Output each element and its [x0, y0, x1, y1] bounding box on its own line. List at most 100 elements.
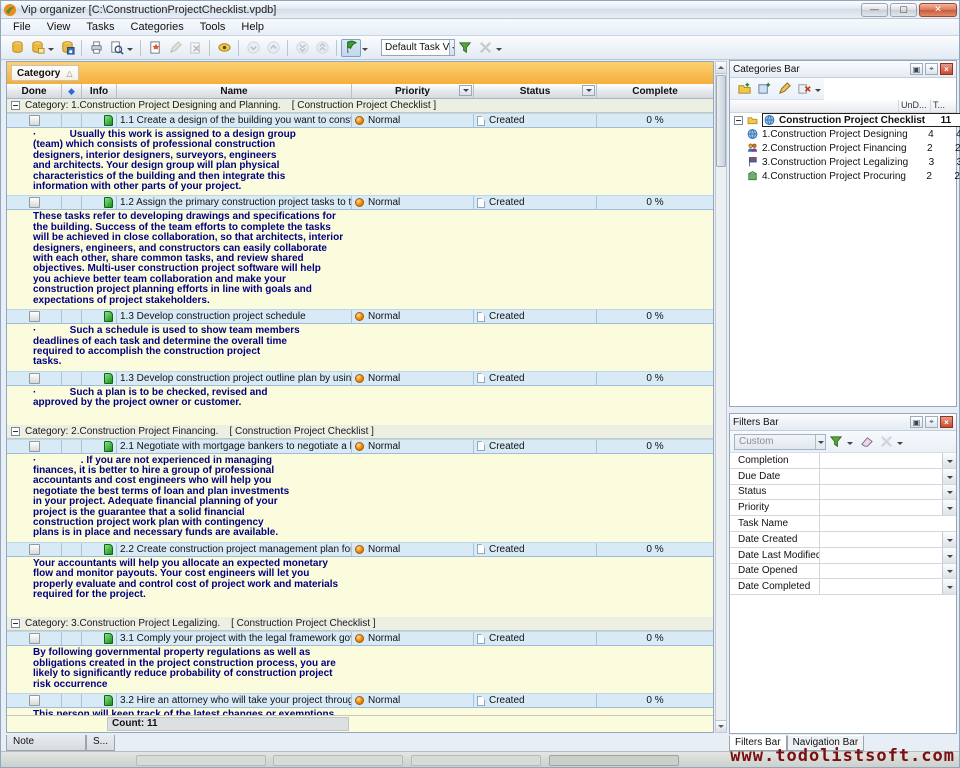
- view-notes-button[interactable]: [214, 39, 234, 57]
- grid-vertical-scrollbar[interactable]: [715, 61, 727, 733]
- pin-panel-icon[interactable]: ⌖: [925, 63, 938, 75]
- task-row[interactable]: 1.3 Develop construction project schedul…: [7, 309, 713, 324]
- column-header-name[interactable]: Name: [117, 84, 352, 98]
- maximize-button[interactable]: ▢: [890, 3, 917, 17]
- task-row[interactable]: 1.3 Develop construction project outline…: [7, 371, 713, 386]
- group-row[interactable]: Category: 2.Construction Project Financi…: [7, 425, 713, 439]
- done-checkbox[interactable]: [29, 441, 40, 452]
- menu-tasks[interactable]: Tasks: [78, 20, 122, 34]
- status-cell[interactable]: Created: [474, 372, 597, 385]
- chevron-down-icon[interactable]: [942, 469, 956, 484]
- collapse-icon[interactable]: [11, 427, 20, 436]
- column-header-complete[interactable]: Complete: [597, 84, 713, 98]
- priority-cell[interactable]: Normal: [352, 632, 474, 645]
- print-button[interactable]: [86, 39, 106, 57]
- chevron-down-icon[interactable]: [942, 485, 956, 500]
- toolbar-overflow-icon[interactable]: [496, 48, 502, 54]
- restore-panel-icon[interactable]: ▣: [910, 63, 923, 75]
- close-panel-icon[interactable]: ×: [940, 63, 953, 75]
- done-checkbox[interactable]: [29, 373, 40, 384]
- new-list-button[interactable]: [734, 80, 754, 98]
- apply-filter-button[interactable]: [826, 433, 846, 451]
- tree-item[interactable]: 2.Construction Project Financing22: [730, 141, 956, 155]
- tree-item[interactable]: 4.Construction Project Procuring22: [730, 169, 956, 183]
- new-task-button[interactable]: [145, 39, 165, 57]
- task-row[interactable]: 2.2 Create construction project manageme…: [7, 542, 713, 557]
- filter-value[interactable]: [820, 548, 942, 563]
- tree-item-body[interactable]: 4.Construction Project Procuring22: [746, 169, 960, 183]
- move-down-button[interactable]: [243, 39, 263, 57]
- delete-category-button-caret-icon[interactable]: [815, 89, 821, 95]
- collapse-icon[interactable]: [11, 619, 20, 628]
- task-name-cell[interactable]: 3.1 Comply your project with the legal f…: [117, 632, 352, 645]
- status-cell[interactable]: Created: [474, 543, 597, 556]
- cancel-filter-button-caret-icon[interactable]: [897, 442, 903, 448]
- tree-item[interactable]: Construction Project Checklist1111: [730, 113, 956, 127]
- filter-value[interactable]: [820, 516, 956, 531]
- group-row[interactable]: Category: 1.Construction Project Designi…: [7, 99, 713, 113]
- task-name-cell[interactable]: 2.2 Create construction project manageme…: [117, 543, 352, 556]
- scroll-up-icon[interactable]: [716, 62, 726, 74]
- column-header-status[interactable]: Status: [474, 84, 597, 98]
- filter-value[interactable]: [820, 500, 942, 515]
- close-button[interactable]: ✕: [919, 3, 957, 17]
- chevron-down-icon[interactable]: [942, 564, 956, 579]
- open-database-button-caret-icon[interactable]: [48, 48, 54, 54]
- menu-view[interactable]: View: [39, 20, 79, 34]
- task-views-button-caret-icon[interactable]: [362, 48, 368, 54]
- column-header-done[interactable]: Done: [7, 84, 62, 98]
- priority-cell[interactable]: Normal: [352, 196, 474, 209]
- menu-tools[interactable]: Tools: [192, 20, 234, 34]
- status-cell[interactable]: Created: [474, 694, 597, 707]
- task-row[interactable]: 3.2 Hire an attorney who will take your …: [7, 693, 713, 708]
- close-panel-icon[interactable]: ×: [940, 416, 953, 428]
- filter-value[interactable]: [820, 564, 942, 579]
- status-filter-button[interactable]: [582, 85, 595, 96]
- status-cell[interactable]: Created: [474, 440, 597, 453]
- chevron-down-icon[interactable]: [942, 532, 956, 547]
- menu-help[interactable]: Help: [233, 20, 272, 34]
- column-header-info[interactable]: Info: [82, 84, 117, 98]
- column-header-priority[interactable]: Priority: [352, 84, 474, 98]
- tree-item[interactable]: 3.Construction Project Legalizing33: [730, 155, 956, 169]
- task-row[interactable]: 3.1 Comply your project with the legal f…: [7, 631, 713, 646]
- column-header-flag-icon[interactable]: ◆: [62, 84, 82, 98]
- tree-item-body[interactable]: 2.Construction Project Financing22: [746, 141, 960, 155]
- pin-panel-icon[interactable]: ⌖: [925, 416, 938, 428]
- filter-value[interactable]: [820, 453, 942, 468]
- menu-categories[interactable]: Categories: [123, 20, 192, 34]
- status-cell[interactable]: Created: [474, 632, 597, 645]
- priority-cell[interactable]: Normal: [352, 543, 474, 556]
- delete-category-button[interactable]: [794, 80, 814, 98]
- status-cell[interactable]: Created: [474, 196, 597, 209]
- column-total[interactable]: T...: [930, 100, 956, 112]
- group-by-category-button[interactable]: Category △: [11, 65, 79, 81]
- task-row[interactable]: 1.2 Assign the primary construction proj…: [7, 195, 713, 210]
- task-name-cell[interactable]: 2.1 Negotiate with mortgage bankers to n…: [117, 440, 352, 453]
- filter-preset-combo[interactable]: Custom: [734, 434, 826, 450]
- column-undone[interactable]: UnD...: [898, 100, 930, 112]
- tree-item[interactable]: 1.Construction Project Designing44: [730, 127, 956, 141]
- chevron-down-icon[interactable]: [942, 579, 956, 594]
- filter-value[interactable]: [820, 579, 942, 594]
- scrollbar-thumb[interactable]: [716, 75, 726, 167]
- priority-cell[interactable]: Normal: [352, 114, 474, 127]
- edit-category-button[interactable]: [774, 80, 794, 98]
- move-up-button[interactable]: [263, 39, 283, 57]
- status-cell[interactable]: Created: [474, 114, 597, 127]
- task-name-cell[interactable]: 1.2 Assign the primary construction proj…: [117, 196, 352, 209]
- task-name-cell[interactable]: 1.3 Develop construction project outline…: [117, 372, 352, 385]
- scroll-down-icon[interactable]: [716, 720, 726, 732]
- menu-file[interactable]: File: [5, 20, 39, 34]
- task-row[interactable]: 1.1 Create a design of the building you …: [7, 113, 713, 128]
- tab-note[interactable]: Note: [6, 735, 86, 751]
- done-checkbox[interactable]: [29, 197, 40, 208]
- done-checkbox[interactable]: [29, 311, 40, 322]
- filter-value[interactable]: [820, 469, 942, 484]
- group-row[interactable]: Category: 3.Construction Project Legaliz…: [7, 617, 713, 631]
- delete-task-button[interactable]: [185, 39, 205, 57]
- task-name-cell[interactable]: 1.1 Create a design of the building you …: [117, 114, 352, 127]
- restore-panel-icon[interactable]: ▣: [910, 416, 923, 428]
- move-top-button[interactable]: [312, 39, 332, 57]
- edit-task-button[interactable]: [165, 39, 185, 57]
